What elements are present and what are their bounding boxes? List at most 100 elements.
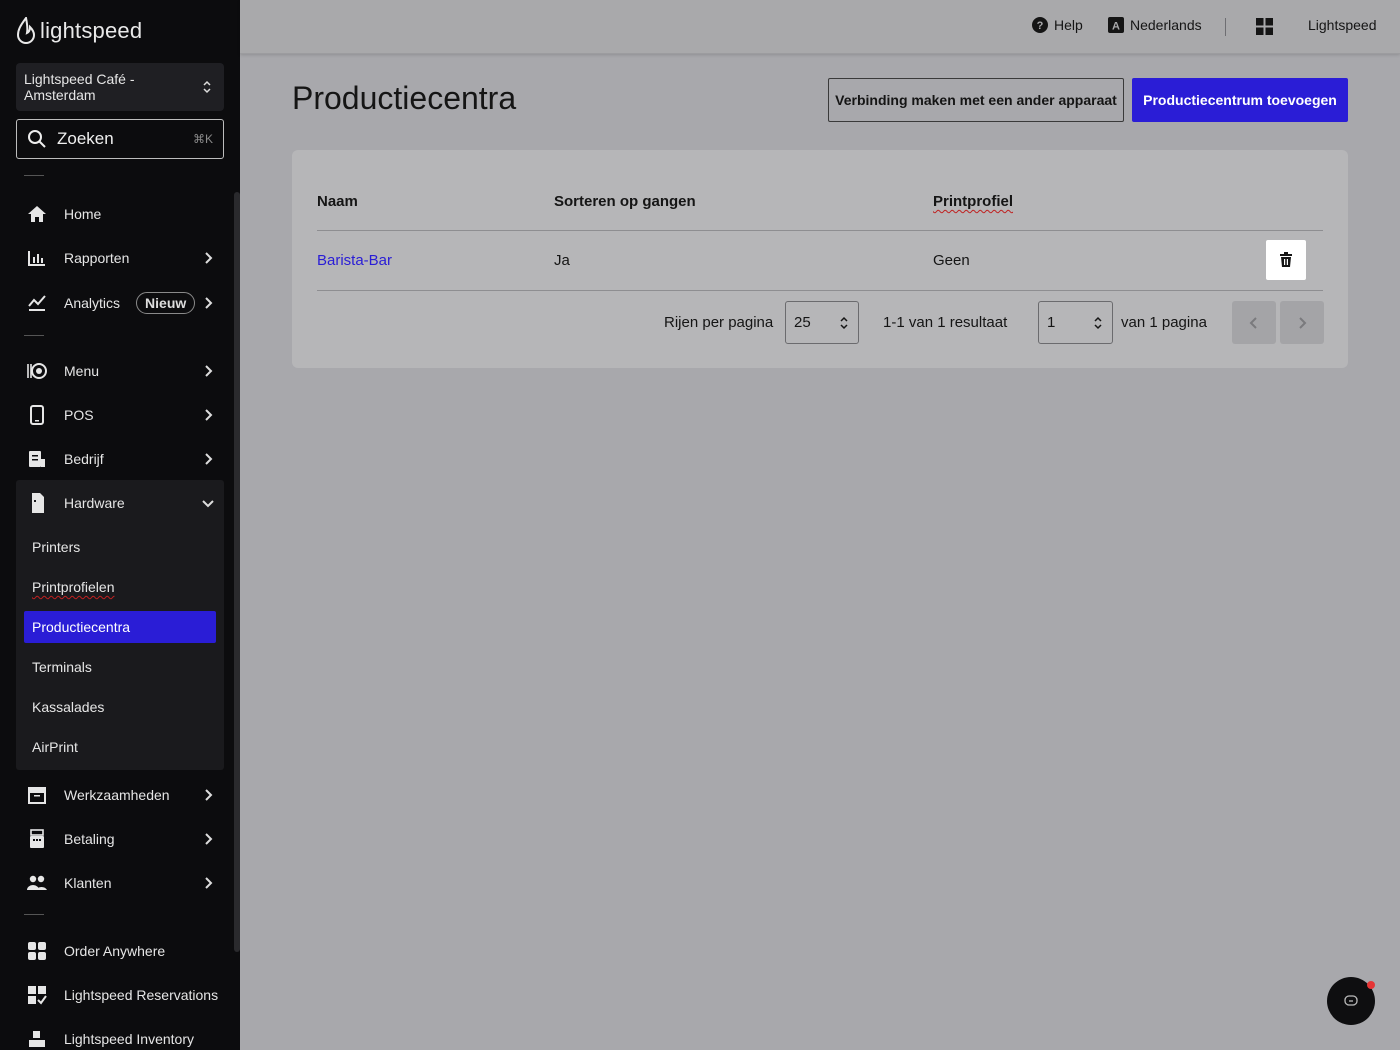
help-link[interactable]: ? Help bbox=[1032, 17, 1083, 33]
nav-werkzaamheden[interactable]: Werkzaamheden bbox=[16, 775, 224, 815]
rows-per-page-label: Rijen per pagina bbox=[664, 314, 774, 331]
notification-dot bbox=[1367, 981, 1375, 989]
brand-name: lightspeed bbox=[40, 18, 143, 43]
nav-rapporten[interactable]: Rapporten bbox=[16, 238, 224, 278]
nav-order-anywhere[interactable]: Order Anywhere bbox=[16, 931, 224, 971]
page-total: van 1 pagina bbox=[1121, 314, 1207, 331]
chevron-right-icon bbox=[205, 252, 213, 264]
up-down-icon bbox=[1094, 316, 1102, 330]
subnav-printprofielen[interactable]: Printprofielen bbox=[24, 571, 216, 603]
table-divider bbox=[317, 230, 1323, 231]
nav-home[interactable]: Home bbox=[16, 194, 224, 234]
nav-label: Order Anywhere bbox=[64, 943, 166, 959]
chat-launcher-button[interactable] bbox=[1327, 977, 1375, 1025]
previous-page-button[interactable] bbox=[1232, 301, 1276, 344]
chat-icon bbox=[1344, 995, 1358, 1006]
subnav-label: AirPrint bbox=[32, 739, 78, 755]
subnav-productiecentra[interactable]: Productiecentra bbox=[24, 611, 216, 643]
nav-label: Lightspeed Inventory bbox=[64, 1031, 194, 1047]
subnav-label: Kassalades bbox=[32, 699, 105, 715]
search-icon bbox=[28, 130, 46, 148]
svg-text:A: A bbox=[1112, 21, 1120, 33]
up-down-icon bbox=[840, 316, 848, 330]
analytics-icon bbox=[26, 292, 48, 314]
language-icon: A bbox=[1108, 17, 1124, 33]
page-number-value: 1 bbox=[1047, 314, 1056, 331]
rows-per-page-select[interactable]: 25 bbox=[785, 301, 859, 344]
chevron-right-icon bbox=[205, 453, 213, 465]
chevron-left-icon bbox=[1249, 316, 1257, 329]
chevron-right-icon bbox=[1299, 316, 1307, 329]
nav-bedrijf[interactable]: Bedrijf bbox=[16, 439, 224, 479]
inventory-icon bbox=[26, 1028, 48, 1050]
nav-analytics[interactable]: Analytics Nieuw bbox=[16, 283, 224, 323]
sidebar-scrollbar[interactable] bbox=[234, 192, 240, 952]
nav-menu[interactable]: Menu bbox=[16, 351, 224, 391]
language-selector[interactable]: A Nederlands bbox=[1108, 17, 1202, 33]
register-icon bbox=[26, 828, 48, 850]
search-box[interactable]: Zoeken ⌘K bbox=[16, 119, 224, 159]
table-divider bbox=[317, 290, 1323, 291]
nav-label: Klanten bbox=[64, 875, 112, 891]
nav-klanten[interactable]: Klanten bbox=[16, 863, 224, 903]
account-menu[interactable]: Lightspeed bbox=[1308, 17, 1377, 33]
subnav-label: Printers bbox=[32, 539, 81, 555]
top-bar: ? Help A Nederlands Lightspeed bbox=[240, 0, 1400, 54]
flame-logo-icon bbox=[16, 17, 36, 44]
column-header-naam: Naam bbox=[317, 193, 358, 210]
account-label: Lightspeed bbox=[1308, 17, 1377, 33]
apps-grid-button[interactable] bbox=[1256, 18, 1273, 35]
subnav-airprint[interactable]: AirPrint bbox=[24, 731, 216, 763]
store-selector[interactable]: Lightspeed Café - Amsterdam bbox=[16, 63, 224, 111]
hardware-icon bbox=[26, 492, 48, 514]
apps-grid-icon bbox=[1256, 18, 1273, 35]
nav-label: Rapporten bbox=[64, 250, 130, 266]
reservations-icon bbox=[26, 984, 48, 1006]
nav-reservations[interactable]: Lightspeed Reservations bbox=[16, 975, 224, 1015]
language-label: Nederlands bbox=[1130, 17, 1202, 33]
search-placeholder: Zoeken bbox=[57, 129, 114, 148]
page-number-select[interactable]: 1 bbox=[1038, 301, 1113, 344]
connect-device-button[interactable]: Verbinding maken met een ander apparaat bbox=[828, 78, 1124, 122]
sidebar: lightspeed Lightspeed Café - Amsterdam Z… bbox=[0, 0, 240, 1050]
nav-label: POS bbox=[64, 407, 94, 423]
nav-betaling[interactable]: Betaling bbox=[16, 819, 224, 859]
new-badge: Nieuw bbox=[136, 292, 196, 314]
subnav-terminals[interactable]: Terminals bbox=[24, 651, 216, 683]
next-page-button[interactable] bbox=[1280, 301, 1324, 344]
chevron-right-icon bbox=[205, 365, 213, 377]
subnav-label: Productiecentra bbox=[32, 619, 131, 635]
nav-label: Lightspeed Reservations bbox=[64, 987, 219, 1003]
row-printprofiel-value: Geen bbox=[933, 252, 970, 269]
order-anywhere-icon bbox=[26, 940, 48, 962]
topbar-separator bbox=[1225, 18, 1226, 36]
divider bbox=[24, 335, 44, 336]
tablet-icon bbox=[26, 404, 48, 426]
delete-button[interactable] bbox=[1266, 240, 1306, 280]
subnav-label: Terminals bbox=[32, 659, 92, 675]
column-header-printprofiel: Printprofiel bbox=[933, 193, 1014, 210]
subnav-kassalades[interactable]: Kassalades bbox=[24, 691, 216, 723]
rows-per-page-value: 25 bbox=[794, 314, 811, 331]
svg-text:?: ? bbox=[1037, 20, 1044, 32]
chevron-down-icon bbox=[202, 500, 214, 508]
nav-inventory[interactable]: Lightspeed Inventory bbox=[16, 1019, 224, 1050]
menu-icon bbox=[26, 360, 48, 382]
lightspeed-logo[interactable]: lightspeed bbox=[16, 16, 142, 46]
people-icon bbox=[26, 872, 48, 894]
nav-label: Home bbox=[64, 206, 102, 222]
add-production-center-button[interactable]: Productiecentrum toevoegen bbox=[1132, 78, 1348, 122]
archive-icon bbox=[26, 784, 48, 806]
column-header-sorteren: Sorteren op gangen bbox=[554, 193, 696, 210]
chevron-right-icon bbox=[205, 877, 213, 889]
page-title: Productiecentra bbox=[292, 80, 517, 116]
nav-label: Analytics bbox=[64, 295, 121, 311]
nav-label: Hardware bbox=[64, 495, 125, 511]
nav-hardware[interactable]: Hardware bbox=[16, 483, 224, 523]
subnav-printers[interactable]: Printers bbox=[24, 531, 216, 563]
subnav-label: Printprofielen bbox=[32, 579, 115, 595]
row-sorteren-value: Ja bbox=[554, 252, 570, 269]
row-name-link[interactable]: Barista-Bar bbox=[317, 252, 392, 269]
help-label: Help bbox=[1054, 17, 1083, 33]
nav-pos[interactable]: POS bbox=[16, 395, 224, 435]
